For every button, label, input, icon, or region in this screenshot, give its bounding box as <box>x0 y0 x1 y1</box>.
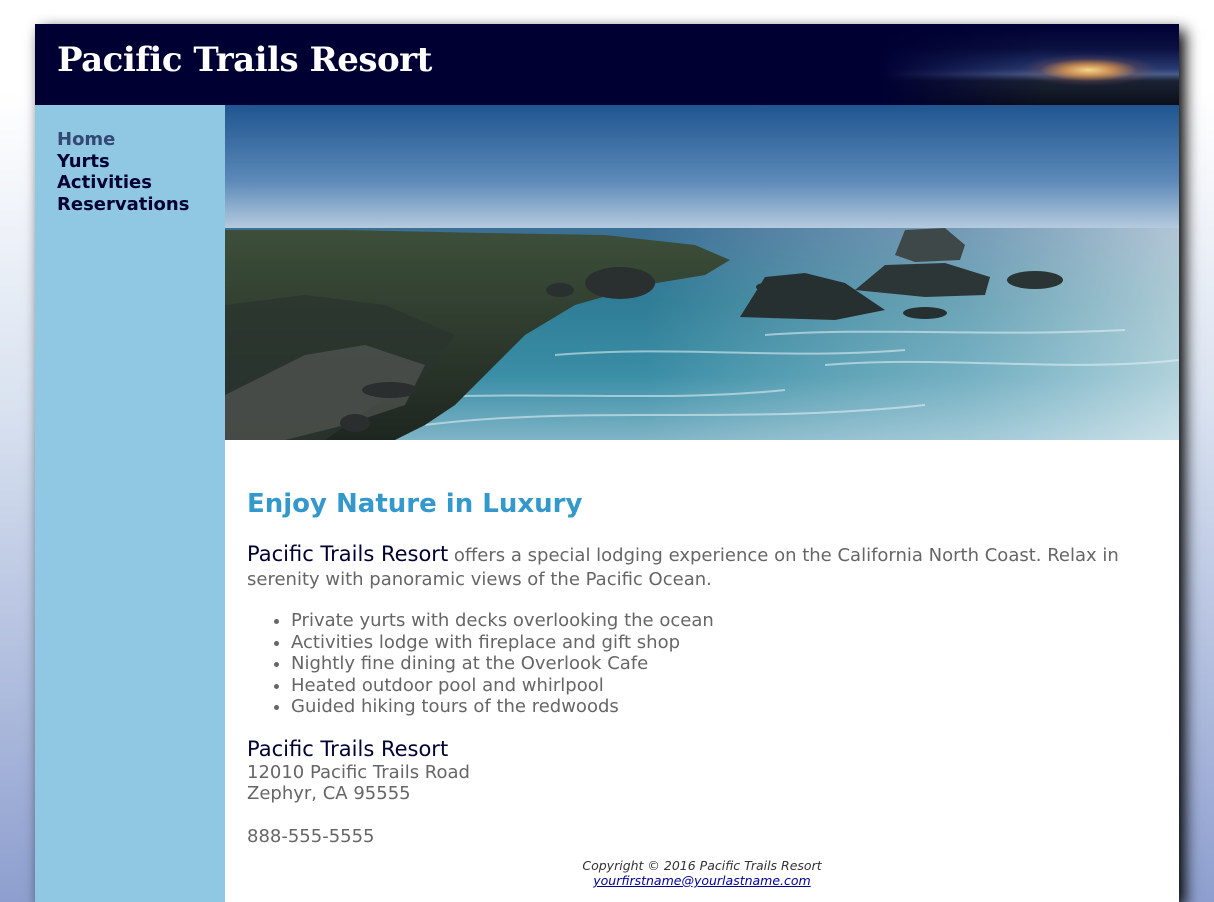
nav-item-home[interactable]: Home <box>57 129 225 151</box>
sunset-banner-image <box>879 24 1179 105</box>
footer-email-link[interactable]: yourfirstname@yourlastname.com <box>593 873 810 888</box>
list-item: Private yurts with decks overlooking the… <box>291 610 1147 632</box>
site-header: Pacific Trails Resort <box>35 24 1179 105</box>
copyright-text: Copyright © 2016 Pacific Trails Resort <box>582 858 822 873</box>
address-street: 12010 Pacific Trails Road <box>247 761 470 783</box>
list-item: Nightly fine dining at the Overlook Cafe <box>291 653 1147 675</box>
main-nav: Home Yurts Activities Reservations <box>35 105 225 215</box>
main-content: Enjoy Nature in Luxury Pacific Trails Re… <box>225 105 1179 902</box>
address-block: Pacific Trails Resort 12010 Pacific Trai… <box>247 736 1147 805</box>
site-footer: Copyright © 2016 Pacific Trails Resort y… <box>225 858 1179 888</box>
page-wrapper: Pacific Trails Resort Home Yurts Activit… <box>35 24 1179 902</box>
list-item: Guided hiking tours of the redwoods <box>291 696 1147 718</box>
coastline-illustration <box>225 105 1179 440</box>
amenities-list: Private yurts with decks overlooking the… <box>247 610 1147 718</box>
address-city: Zephyr, CA 95555 <box>247 783 411 804</box>
phone-number: 888-555-5555 <box>247 825 375 847</box>
nav-item-activities[interactable]: Activities <box>57 172 225 194</box>
nav-item-reservations[interactable]: Reservations <box>57 194 225 216</box>
address-resort-name: Pacific Trails Resort <box>247 736 449 761</box>
list-item: Heated outdoor pool and whirlpool <box>291 675 1147 697</box>
intro-resort-name: Pacific Trails Resort <box>247 542 449 566</box>
intro-paragraph: Pacific Trails Resort offers a special l… <box>247 542 1147 592</box>
list-item: Activities lodge with fireplace and gift… <box>291 632 1147 654</box>
hero-coastline-image <box>225 105 1179 440</box>
site-title: Pacific Trails Resort <box>57 40 432 80</box>
content-section: Enjoy Nature in Luxury Pacific Trails Re… <box>247 488 1147 847</box>
nav-item-yurts[interactable]: Yurts <box>57 151 225 173</box>
page-heading: Enjoy Nature in Luxury <box>247 489 583 519</box>
